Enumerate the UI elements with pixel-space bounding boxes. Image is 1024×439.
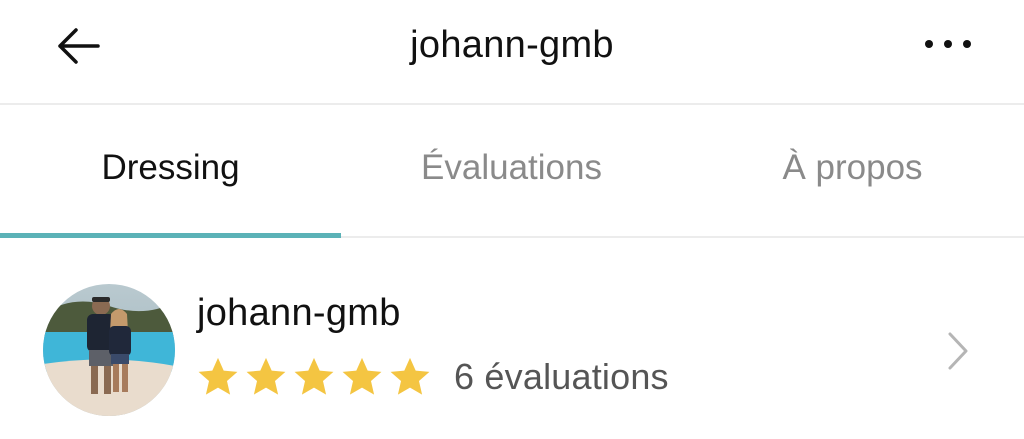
chevron-right-icon [948, 332, 968, 370]
tab-evaluations[interactable]: Évaluations [341, 106, 682, 236]
tab-label: À propos [782, 148, 923, 187]
tab-label: Évaluations [421, 148, 602, 187]
tab-bar: Dressing Évaluations À propos [0, 106, 1024, 238]
profile-screen: johann-gmb Dressing Évaluations À propos [0, 0, 1024, 439]
tab-a-propos[interactable]: À propos [682, 106, 1023, 236]
top-bar: johann-gmb [0, 0, 1024, 105]
avatar-photo [43, 284, 175, 416]
more-options-button[interactable] [912, 22, 984, 66]
more-dot [963, 40, 971, 48]
star-icon [246, 357, 286, 395]
avatar[interactable] [43, 284, 175, 416]
star-icon [390, 357, 430, 395]
profile-summary-row[interactable]: johann-gmb 6 évaluations [0, 240, 1024, 439]
star-icon [198, 357, 238, 395]
tab-dressing[interactable]: Dressing [0, 106, 341, 238]
review-count: 6 évaluations [454, 356, 669, 397]
star-icon [342, 357, 382, 395]
more-dot [944, 40, 952, 48]
star-icon [294, 357, 334, 395]
page-title: johann-gmb [410, 24, 614, 66]
profile-username: johann-gmb [197, 292, 401, 334]
more-horizontal-icon [925, 40, 933, 48]
tab-label: Dressing [101, 148, 240, 187]
rating-summary: 6 évaluations [196, 352, 669, 402]
active-tab-indicator [0, 233, 341, 238]
